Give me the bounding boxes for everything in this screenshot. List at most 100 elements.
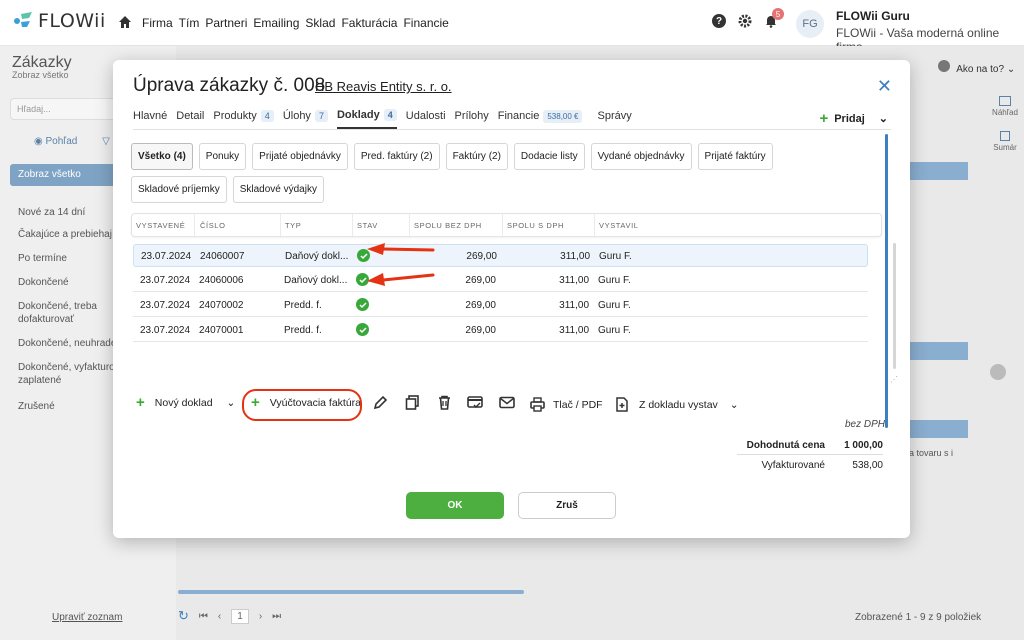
email-icon[interactable] bbox=[499, 395, 515, 410]
table-scrollbar[interactable] bbox=[893, 243, 896, 369]
help-link[interactable]: Ako na to? ⌄ bbox=[938, 60, 1015, 75]
nav-item-emailing[interactable]: Emailing bbox=[253, 16, 299, 30]
filter-icon[interactable]: ▽ bbox=[102, 136, 110, 147]
sidebar-filter[interactable]: Po termíne bbox=[18, 252, 67, 265]
cell-number: 24060007 bbox=[200, 251, 245, 262]
sidebar-filter[interactable]: Dokončené bbox=[18, 276, 69, 289]
cell-date: 23.07.2024 bbox=[140, 325, 191, 336]
nav-item-sklad[interactable]: Sklad bbox=[305, 16, 335, 30]
avatar[interactable]: FG bbox=[796, 10, 824, 38]
cell-gross: 311,00 bbox=[559, 325, 589, 336]
nav-item-tim[interactable]: Tím bbox=[179, 16, 200, 30]
preview-label[interactable]: Náhľad bbox=[986, 108, 1024, 117]
column-header[interactable]: VYSTAVIL bbox=[599, 221, 639, 230]
sidebar-filter[interactable]: Čakajúce a prebiehaj bbox=[18, 228, 112, 241]
doc-filter-proforma[interactable]: Pred. faktúry (2) bbox=[353, 143, 440, 170]
next-page-icon[interactable]: › bbox=[259, 611, 262, 622]
tab-spravy[interactable]: Správy bbox=[597, 110, 631, 128]
new-document-button[interactable]: + Nový doklad ⌄ bbox=[136, 395, 235, 410]
cell-type: Daňový dokl... bbox=[284, 275, 348, 286]
doc-filter-received-invoices[interactable]: Prijaté faktúry bbox=[697, 143, 773, 170]
horizontal-scrollbar[interactable] bbox=[178, 590, 524, 594]
cell-net: 269,00 bbox=[465, 275, 496, 286]
tab-financie[interactable]: Financie 538,00 € bbox=[498, 109, 583, 129]
tab-badge: 538,00 € bbox=[543, 109, 583, 123]
table-row[interactable]: 23.07.2024 24070002 Predd. f. 269,00 311… bbox=[133, 294, 868, 317]
cell-issuer: Guru F. bbox=[599, 251, 632, 262]
app-logo[interactable]: FLOWii bbox=[12, 10, 106, 32]
doc-filter-received-orders[interactable]: Prijaté objednávky bbox=[252, 143, 348, 170]
check-circle-icon bbox=[356, 323, 369, 336]
cell-gross: 311,00 bbox=[559, 300, 589, 311]
table-row[interactable]: 23.07.2024 24070001 Predd. f. 269,00 311… bbox=[133, 319, 868, 342]
column-header[interactable]: SPOLU BEZ DPH bbox=[414, 221, 482, 230]
edit-list-link[interactable]: Upraviť zoznam bbox=[52, 612, 122, 623]
nav-item-fakturacia[interactable]: Fakturácia bbox=[341, 16, 397, 30]
copy-icon[interactable] bbox=[405, 395, 420, 410]
sidebar-filter[interactable]: Dokončené, vyfakturo zaplatené bbox=[18, 361, 128, 387]
gear-icon[interactable] bbox=[738, 14, 752, 28]
nav-item-financie[interactable]: Financie bbox=[403, 16, 448, 30]
column-header[interactable]: TYP bbox=[285, 221, 301, 230]
payment-card-icon[interactable] bbox=[467, 395, 483, 410]
prev-page-icon[interactable]: ‹ bbox=[218, 611, 221, 622]
column-header[interactable]: VYSTAVENÉ bbox=[136, 221, 185, 230]
last-page-icon[interactable]: ⏭ bbox=[272, 611, 281, 622]
print-pdf-label: Tlač / PDF bbox=[553, 398, 603, 411]
doc-filter-stock-issues[interactable]: Skladové výdajky bbox=[232, 176, 324, 203]
sidebar-filter[interactable]: Nové za 14 dní bbox=[18, 206, 85, 219]
create-from-document-button[interactable]: Z dokladu vystav ⌄ bbox=[615, 397, 739, 412]
ok-button[interactable]: OK bbox=[406, 492, 504, 519]
table-row[interactable]: 23.07.2024 24060007 Daňový dokl... 269,0… bbox=[133, 244, 868, 267]
summary-icon[interactable] bbox=[1000, 131, 1010, 141]
cancel-button[interactable]: Zruš bbox=[518, 492, 616, 519]
refresh-icon[interactable]: ↻ bbox=[178, 608, 189, 624]
first-page-icon[interactable]: ⏮ bbox=[199, 611, 208, 622]
tab-detail[interactable]: Detail bbox=[176, 110, 204, 128]
nav-item-partneri[interactable]: Partneri bbox=[205, 16, 247, 30]
print-pdf-button[interactable]: Tlač / PDF bbox=[530, 397, 603, 412]
cell-issuer: Guru F. bbox=[598, 300, 631, 311]
doc-filter-issued-orders[interactable]: Vydané objednávky bbox=[590, 143, 692, 170]
doc-filter-all[interactable]: Všetko (4) bbox=[131, 143, 193, 170]
summary-label[interactable]: Sumár bbox=[986, 143, 1024, 152]
collapse-arrow-icon[interactable] bbox=[990, 364, 1006, 380]
tab-label: Správy bbox=[597, 110, 632, 122]
document-plus-icon bbox=[616, 397, 628, 412]
home-icon[interactable] bbox=[118, 15, 132, 29]
doc-filter-invoices[interactable]: Faktúry (2) bbox=[445, 143, 508, 170]
table-row[interactable]: 23.07.2024 24060006 Daňový dokl... 269,0… bbox=[133, 269, 868, 292]
customer-link[interactable]: HB Reavis Entity s. r. o. bbox=[315, 79, 452, 94]
tab-produkty[interactable]: Produkty 4 bbox=[213, 110, 274, 128]
preview-icon[interactable] bbox=[999, 96, 1011, 106]
dialog-scrollbar[interactable] bbox=[885, 134, 888, 428]
view-toggle[interactable]: ◉ Pohľad ▽ bbox=[34, 136, 110, 147]
tab-doklady[interactable]: Doklady 4 bbox=[336, 109, 397, 129]
dialog-tabs: Hlavné Detail Produkty 4 Úlohy 7 Doklady 4 … bbox=[133, 109, 641, 129]
sidebar-filter[interactable]: Zrušené bbox=[18, 400, 55, 413]
column-header[interactable]: ČÍSLO bbox=[200, 221, 226, 230]
doc-filter-stock-receipts[interactable]: Skladové príjemky bbox=[131, 176, 227, 203]
help-icon[interactable]: ? bbox=[712, 14, 726, 28]
tab-label: Doklady bbox=[336, 109, 380, 121]
tab-ulohy[interactable]: Úlohy 7 bbox=[283, 110, 328, 128]
tab-udalosti[interactable]: Udalosti bbox=[406, 110, 446, 128]
doc-filter-offers[interactable]: Ponuky bbox=[198, 143, 247, 170]
add-button[interactable]: + Pridaj ⌄ bbox=[819, 111, 888, 126]
trash-icon[interactable] bbox=[437, 395, 452, 410]
tab-prilohy[interactable]: Prílohy bbox=[455, 110, 489, 128]
tab-hlavne[interactable]: Hlavné bbox=[133, 110, 167, 128]
pencil-icon[interactable] bbox=[373, 395, 388, 410]
resize-grip-icon[interactable]: ⋰ bbox=[890, 375, 898, 384]
sidebar-filter[interactable]: Dokončené, neuhrade bbox=[18, 337, 116, 350]
cell-net: 269,00 bbox=[466, 251, 497, 262]
sidebar-filter[interactable]: Dokončené, treba dofakturovať bbox=[18, 300, 128, 326]
close-icon[interactable]: ✕ bbox=[877, 76, 892, 97]
column-header[interactable]: STAV bbox=[357, 221, 378, 230]
column-header[interactable]: SPOLU S DPH bbox=[507, 221, 564, 230]
nav-item-firma[interactable]: Firma bbox=[142, 16, 173, 30]
cell-type: Predd. f. bbox=[284, 325, 322, 336]
new-document-label: Nový doklad bbox=[154, 397, 213, 409]
doc-filter-delivery-notes[interactable]: Dodacie listy bbox=[513, 143, 585, 170]
current-page[interactable]: 1 bbox=[231, 608, 249, 624]
